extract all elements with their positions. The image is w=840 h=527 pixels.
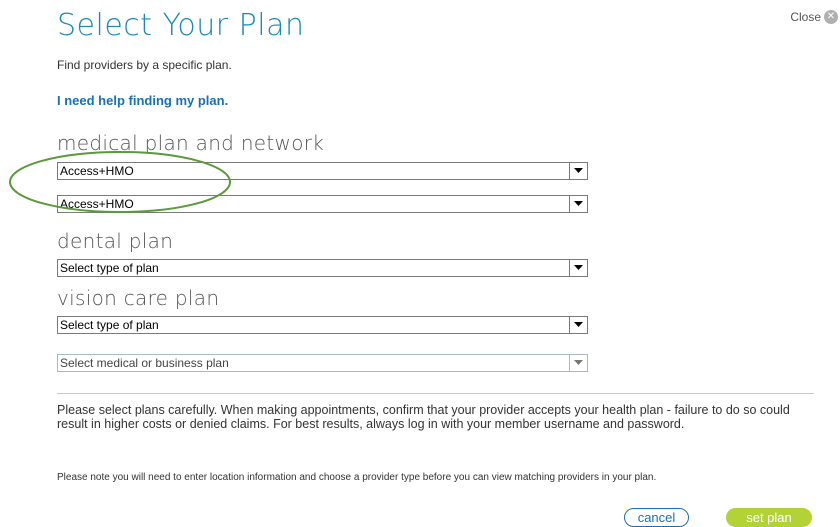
subtitle: Find providers by a specific plan.: [57, 58, 232, 72]
medical-network-value: Access+HMO: [60, 197, 134, 211]
medical-section-label: medical plan and network: [57, 131, 325, 155]
vision-plan-select[interactable]: Select type of plan: [57, 316, 588, 334]
close-icon[interactable]: ✕: [824, 10, 838, 24]
page-title: Select Your Plan: [57, 8, 305, 43]
location-info-note: Please note you will need to enter locat…: [57, 472, 657, 483]
plan-selection-notice: Please select plans carefully. When maki…: [57, 403, 790, 431]
chevron-down-icon[interactable]: [569, 260, 586, 276]
vision-plan-value: Select type of plan: [60, 318, 159, 332]
dental-plan-value: Select type of plan: [60, 261, 159, 275]
cancel-button[interactable]: cancel: [624, 508, 689, 527]
chevron-down-icon[interactable]: [569, 163, 586, 179]
help-finding-plan-link[interactable]: I need help finding my plan.: [57, 93, 228, 108]
chevron-down-icon[interactable]: [569, 196, 586, 212]
vision-section-label: vision care plan: [57, 286, 220, 310]
close-label: Close: [790, 10, 821, 24]
medical-plan-select[interactable]: Access+HMO: [57, 162, 588, 180]
medical-plan-value: Access+HMO: [60, 164, 134, 178]
medical-or-business-plan-value: Select medical or business plan: [60, 356, 229, 370]
dental-section-label: dental plan: [57, 229, 174, 253]
divider: [57, 393, 814, 394]
chevron-down-icon[interactable]: [569, 317, 586, 333]
medical-or-business-plan-select[interactable]: Select medical or business plan: [57, 354, 588, 372]
close-button[interactable]: Close ✕: [790, 10, 838, 24]
dental-plan-select[interactable]: Select type of plan: [57, 259, 588, 277]
set-plan-button[interactable]: set plan: [726, 508, 812, 527]
chevron-down-icon[interactable]: [569, 355, 586, 371]
medical-network-select[interactable]: Access+HMO: [57, 195, 588, 213]
